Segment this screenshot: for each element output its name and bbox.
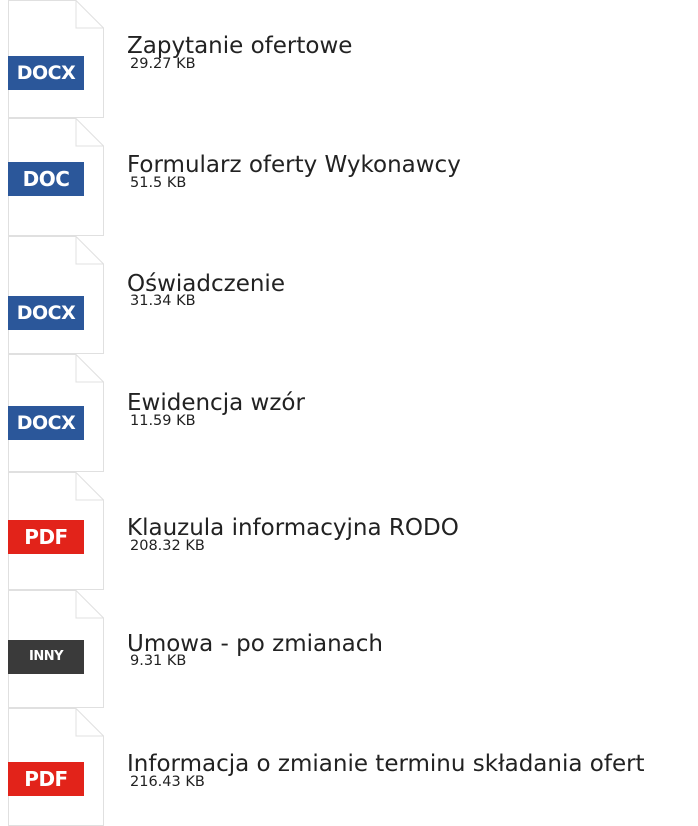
file-size: 9.31 KB <box>130 653 187 669</box>
attachments-list: DOCX Zapytanie ofertowe 29.27 KB DOC For… <box>0 0 698 826</box>
file-type-badge: DOCX <box>8 406 84 440</box>
file-type-badge: PDF <box>8 762 84 796</box>
file-type-badge: DOCX <box>8 296 84 330</box>
file-type-badge: PDF <box>8 520 84 554</box>
file-item-ewidencja-wzor[interactable]: DOCX Ewidencja wzór 11.59 KB <box>0 354 698 472</box>
file-item-umowa[interactable]: INNY Umowa - po zmianach 9.31 KB <box>0 590 698 708</box>
pdf-file-icon[interactable]: PDF <box>8 708 104 826</box>
file-size: 51.5 KB <box>130 175 187 191</box>
docx-file-icon[interactable]: DOCX <box>8 0 104 118</box>
file-item-formularz-oferty[interactable]: DOC Formularz oferty Wykonawcy 51.5 KB <box>0 118 698 236</box>
file-type-badge: DOCX <box>8 56 84 90</box>
file-item-oswiadczenie[interactable]: DOCX Oświadczenie 31.34 KB <box>0 236 698 354</box>
generic-file-icon[interactable]: INNY <box>8 590 104 708</box>
file-item-klauzula-rodo[interactable]: PDF Klauzula informacyjna RODO 208.32 KB <box>0 472 698 590</box>
file-type-badge: INNY <box>8 640 84 674</box>
file-size: 29.27 KB <box>130 56 196 72</box>
file-size: 216.43 KB <box>130 774 205 790</box>
pdf-file-icon[interactable]: PDF <box>8 472 104 590</box>
file-size: 31.34 KB <box>130 293 196 309</box>
doc-file-icon[interactable]: DOC <box>8 118 104 236</box>
file-item-zapytanie-ofertowe[interactable]: DOCX Zapytanie ofertowe 29.27 KB <box>0 0 698 118</box>
file-size: 208.32 KB <box>130 538 205 554</box>
file-item-informacja-zmiana-terminu[interactable]: PDF Informacja o zmianie terminu składan… <box>0 708 698 826</box>
file-size: 11.59 KB <box>130 413 196 429</box>
docx-file-icon[interactable]: DOCX <box>8 354 104 472</box>
file-type-badge: DOC <box>8 162 84 196</box>
docx-file-icon[interactable]: DOCX <box>8 236 104 354</box>
